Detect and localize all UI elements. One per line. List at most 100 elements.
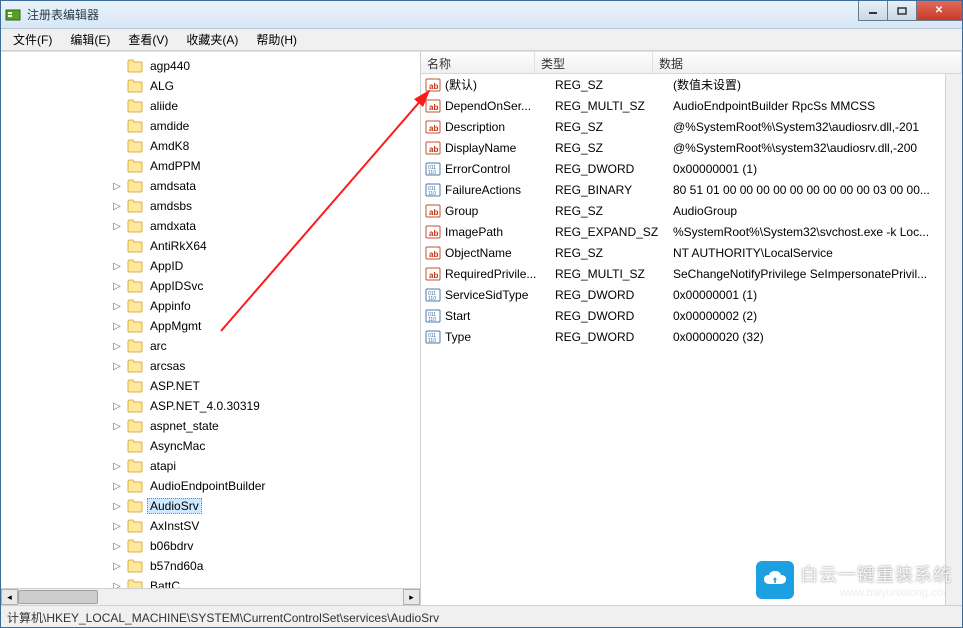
- value-row[interactable]: abRequiredPrivile...REG_MULTI_SZSeChange…: [421, 263, 962, 284]
- node-label[interactable]: AmdK8: [147, 138, 192, 154]
- scroll-left-button[interactable]: ◂: [1, 589, 18, 605]
- tree-node[interactable]: ▷ b06bdrv: [111, 536, 420, 556]
- col-header-data[interactable]: 数据: [653, 52, 962, 73]
- expander-icon[interactable]: ▷: [111, 321, 123, 332]
- node-label[interactable]: ALG: [147, 78, 177, 94]
- value-row[interactable]: abDisplayNameREG_SZ@%SystemRoot%\system3…: [421, 137, 962, 158]
- node-label[interactable]: AppID: [147, 258, 186, 274]
- tree-node[interactable]: ▷ b57nd60a: [111, 556, 420, 576]
- node-label[interactable]: AsyncMac: [147, 438, 208, 454]
- node-label[interactable]: BattC: [147, 578, 183, 588]
- col-header-name[interactable]: 名称: [421, 52, 535, 73]
- menu-edit[interactable]: 编辑(E): [62, 29, 118, 50]
- expander-icon[interactable]: ▷: [111, 281, 123, 292]
- tree-node[interactable]: ▷ ASP.NET_4.0.30319: [111, 396, 420, 416]
- tree-node[interactable]: amdide: [111, 116, 420, 136]
- close-button[interactable]: ✕: [916, 1, 962, 21]
- value-row[interactable]: abDescriptionREG_SZ@%SystemRoot%\System3…: [421, 116, 962, 137]
- tree-node[interactable]: ▷ BattC: [111, 576, 420, 588]
- node-label[interactable]: arc: [147, 338, 170, 354]
- expander-icon[interactable]: ▷: [111, 581, 123, 589]
- value-row[interactable]: 011110ErrorControlREG_DWORD0x00000001 (1…: [421, 158, 962, 179]
- scroll-thumb[interactable]: [18, 590, 98, 604]
- expander-icon[interactable]: ▷: [111, 541, 123, 552]
- expander-icon[interactable]: ▷: [111, 501, 123, 512]
- node-label[interactable]: AmdPPM: [147, 158, 204, 174]
- tree-node[interactable]: ALG: [111, 76, 420, 96]
- expander-icon[interactable]: ▷: [111, 221, 123, 232]
- tree-node[interactable]: AsyncMac: [111, 436, 420, 456]
- value-row[interactable]: abDependOnSer...REG_MULTI_SZAudioEndpoin…: [421, 95, 962, 116]
- menu-view[interactable]: 查看(V): [120, 29, 176, 50]
- tree-node[interactable]: ▷ AppIDSvc: [111, 276, 420, 296]
- tree-node[interactable]: ▷ Appinfo: [111, 296, 420, 316]
- tree-node[interactable]: ▷AppMgmt: [111, 316, 420, 336]
- node-label[interactable]: AudioEndpointBuilder: [147, 478, 268, 494]
- tree-node[interactable]: AntiRkX64: [111, 236, 420, 256]
- node-label[interactable]: arcsas: [147, 358, 188, 374]
- node-label[interactable]: ASP.NET: [147, 378, 203, 394]
- tree-node[interactable]: ▷ aspnet_state: [111, 416, 420, 436]
- node-label[interactable]: amdsbs: [147, 198, 195, 214]
- tree-node[interactable]: ASP.NET: [111, 376, 420, 396]
- scroll-right-button[interactable]: ▸: [403, 589, 420, 605]
- tree-node[interactable]: ▷ amdsbs: [111, 196, 420, 216]
- col-header-type[interactable]: 类型: [535, 52, 653, 73]
- menu-favorites[interactable]: 收藏夹(A): [178, 29, 246, 50]
- node-label[interactable]: amdide: [147, 118, 192, 134]
- node-label[interactable]: AppIDSvc: [147, 278, 206, 294]
- expander-icon[interactable]: ▷: [111, 421, 123, 432]
- node-label[interactable]: AxInstSV: [147, 518, 202, 534]
- tree-node[interactable]: agp440: [111, 56, 420, 76]
- node-label[interactable]: b06bdrv: [147, 538, 196, 554]
- tree-node[interactable]: ▷ amdsata: [111, 176, 420, 196]
- expander-icon[interactable]: ▷: [111, 301, 123, 312]
- menu-file[interactable]: 文件(F): [5, 29, 60, 50]
- expander-icon[interactable]: ▷: [111, 481, 123, 492]
- list-header[interactable]: 名称 类型 数据: [421, 52, 962, 74]
- expander-icon[interactable]: ▷: [111, 561, 123, 572]
- tree-node[interactable]: ▷ AudioEndpointBuilder: [111, 476, 420, 496]
- expander-icon[interactable]: ▷: [111, 341, 123, 352]
- tree-node[interactable]: ▷ atapi: [111, 456, 420, 476]
- list-vscrollbar[interactable]: [945, 74, 962, 605]
- value-row[interactable]: abImagePathREG_EXPAND_SZ%SystemRoot%\Sys…: [421, 221, 962, 242]
- tree-node[interactable]: aliide: [111, 96, 420, 116]
- menu-help[interactable]: 帮助(H): [248, 29, 305, 50]
- tree-node[interactable]: ▷ amdxata: [111, 216, 420, 236]
- node-label[interactable]: amdxata: [147, 218, 199, 234]
- node-label[interactable]: Appinfo: [147, 298, 194, 314]
- expander-icon[interactable]: ▷: [111, 401, 123, 412]
- tree-node[interactable]: AmdPPM: [111, 156, 420, 176]
- value-row[interactable]: 011110TypeREG_DWORD0x00000020 (32): [421, 326, 962, 347]
- node-label[interactable]: ASP.NET_4.0.30319: [147, 398, 263, 414]
- expander-icon[interactable]: ▷: [111, 181, 123, 192]
- titlebar[interactable]: 注册表编辑器 ✕: [1, 1, 962, 29]
- tree-node[interactable]: ▷ AudioSrv: [111, 496, 420, 516]
- maximize-button[interactable]: [887, 1, 917, 21]
- expander-icon[interactable]: ▷: [111, 361, 123, 372]
- node-label[interactable]: atapi: [147, 458, 179, 474]
- minimize-button[interactable]: [858, 1, 888, 21]
- node-label[interactable]: AntiRkX64: [147, 238, 210, 254]
- tree-node[interactable]: ▷AppID: [111, 256, 420, 276]
- expander-icon[interactable]: ▷: [111, 201, 123, 212]
- value-row[interactable]: abGroupREG_SZAudioGroup: [421, 200, 962, 221]
- tree-node[interactable]: ▷ arcsas: [111, 356, 420, 376]
- node-label[interactable]: AudioSrv: [147, 498, 202, 514]
- value-row[interactable]: 011110FailureActionsREG_BINARY80 51 01 0…: [421, 179, 962, 200]
- value-row[interactable]: 011110ServiceSidTypeREG_DWORD0x00000001 …: [421, 284, 962, 305]
- tree-node[interactable]: AmdK8: [111, 136, 420, 156]
- tree-node[interactable]: ▷ arc: [111, 336, 420, 356]
- node-label[interactable]: aspnet_state: [147, 418, 222, 434]
- node-label[interactable]: b57nd60a: [147, 558, 206, 574]
- value-row[interactable]: 011110StartREG_DWORD0x00000002 (2): [421, 305, 962, 326]
- expander-icon[interactable]: ▷: [111, 461, 123, 472]
- tree-hscrollbar[interactable]: ◂ ▸: [1, 588, 420, 605]
- node-label[interactable]: amdsata: [147, 178, 199, 194]
- node-label[interactable]: agp440: [147, 58, 193, 74]
- tree-node[interactable]: ▷AxInstSV: [111, 516, 420, 536]
- value-row[interactable]: abObjectNameREG_SZNT AUTHORITY\LocalServ…: [421, 242, 962, 263]
- node-label[interactable]: aliide: [147, 98, 181, 114]
- registry-tree[interactable]: agp440 ALG aliide amdide AmdK8 AmdPPM ▷ amdsata…: [1, 52, 420, 588]
